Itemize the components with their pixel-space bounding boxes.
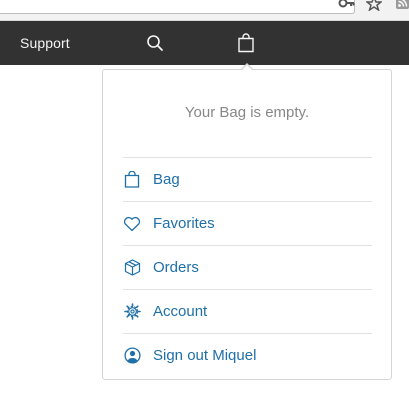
browser-toolbar (0, 0, 409, 21)
menu-item-account[interactable]: Account (123, 289, 372, 333)
user-icon (123, 347, 141, 365)
address-bar[interactable] (0, 0, 355, 14)
flyout-caret-fill (241, 64, 253, 71)
menu-item-label: Bag (153, 171, 180, 188)
menu-item-label: Account (153, 303, 208, 320)
bag-icon[interactable] (237, 33, 255, 53)
gear-icon (123, 303, 141, 321)
star-icon[interactable] (366, 0, 382, 11)
global-nav: Support (0, 21, 409, 65)
rss-icon[interactable] (396, 0, 409, 10)
bag-flyout: Your Bag is empty. Bag Favorites Orders … (102, 69, 392, 380)
bag-flyout-menu: Bag Favorites Orders Account Sign out Mi… (123, 157, 372, 377)
menu-item-label: Sign out Miquel (153, 347, 257, 364)
bag-empty-message: Your Bag is empty. (184, 104, 310, 121)
key-icon[interactable] (338, 0, 356, 10)
menu-item-label: Favorites (153, 215, 215, 232)
menu-item-bag[interactable]: Bag (123, 157, 372, 201)
bag-icon (123, 171, 141, 189)
search-icon[interactable] (146, 34, 164, 52)
menu-item-orders[interactable]: Orders (123, 245, 372, 289)
menu-item-favorites[interactable]: Favorites (123, 201, 372, 245)
nav-support-link[interactable]: Support (20, 21, 70, 65)
box-icon (123, 259, 141, 277)
menu-item-label: Orders (153, 259, 199, 276)
menu-item-sign-out[interactable]: Sign out Miquel (123, 333, 372, 377)
heart-icon (123, 215, 141, 233)
